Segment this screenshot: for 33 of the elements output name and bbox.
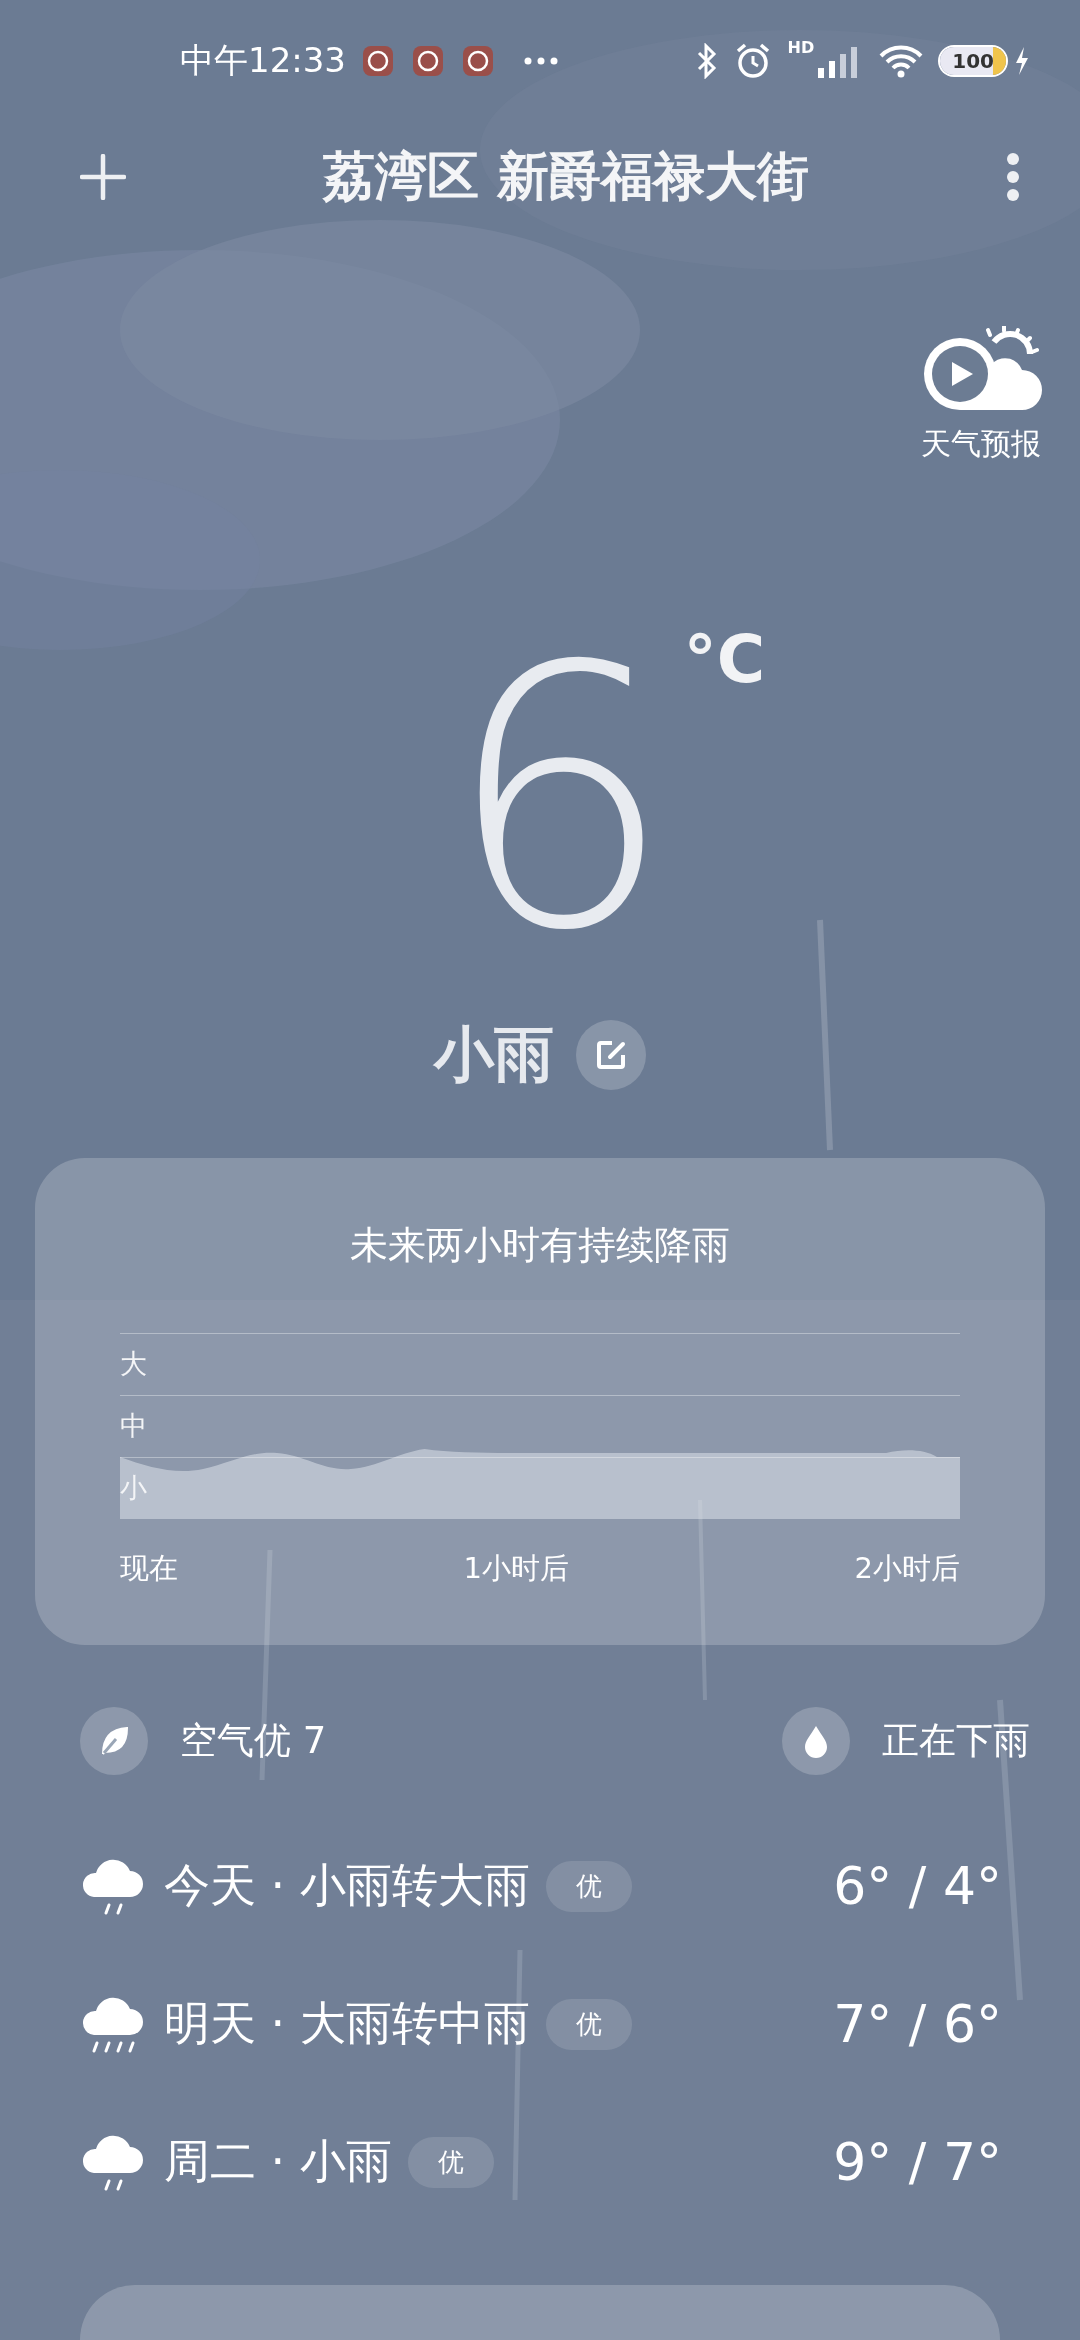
temperature-range: 9° / 7° <box>833 2132 1002 2192</box>
forecast-day: 周二 · 小雨 <box>164 2131 392 2193</box>
air-quality-badge: 优 <box>545 1860 632 1912</box>
battery-level: 100 <box>940 47 1006 76</box>
indicator-label: 正在下雨 <box>882 1718 1030 1764</box>
temperature: 6 <box>444 619 664 980</box>
time-label: 1小时后 <box>463 1549 569 1587</box>
air-quality-badge: 优 <box>407 2136 494 2188</box>
charging-icon <box>1014 46 1030 77</box>
intensity-label: 中 <box>120 1409 147 1444</box>
temperature-range: 6° / 4° <box>833 1856 1002 1916</box>
video-forecast-label[interactable]: 天气预报 <box>921 423 1041 465</box>
more-notifications-icon <box>524 57 558 66</box>
location-title: 荔湾区 新爵福禄大街 <box>321 144 811 208</box>
intensity-label: 小 <box>120 1471 147 1506</box>
hd-label: HD <box>787 38 815 58</box>
air-quality-badge: 优 <box>545 1998 632 2050</box>
forecast-day: 明天 · 大雨转中雨 <box>164 1993 530 2055</box>
water-drop-icon <box>802 1724 830 1758</box>
weather-condition: 小雨 <box>434 1017 554 1091</box>
wifi-icon <box>878 44 925 79</box>
temperature-unit: °C <box>683 619 766 700</box>
card-title: 未来两小时有持续降雨 <box>350 1221 730 1269</box>
temperature-range: 7° / 6° <box>833 1994 1002 2054</box>
time-label: 2小时后 <box>854 1549 960 1587</box>
intensity-label: 大 <box>120 1347 147 1382</box>
status-time: 中午12:33 <box>180 39 346 83</box>
add-icon[interactable] <box>80 153 126 200</box>
forecast-day: 今天 · 小雨转大雨 <box>164 1855 530 1917</box>
more-icon[interactable] <box>1006 151 1020 202</box>
bluetooth-icon <box>695 43 718 80</box>
time-label: 现在 <box>120 1549 178 1587</box>
indicator-label: 空气优 7 <box>180 1718 327 1764</box>
